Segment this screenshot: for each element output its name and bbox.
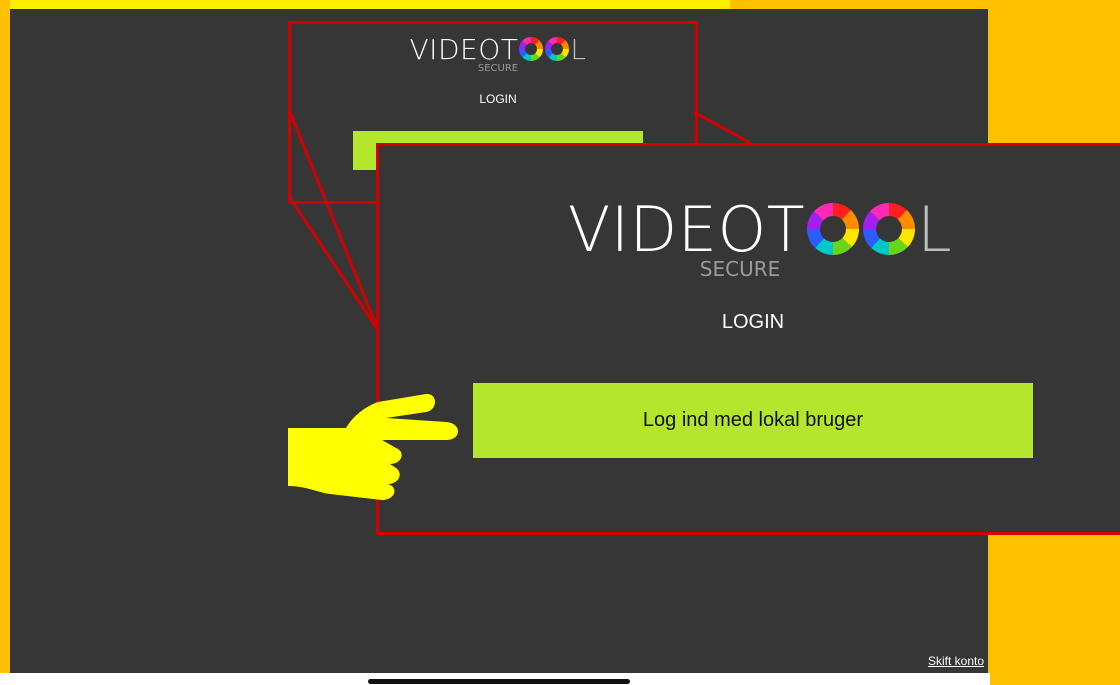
left-frame-strip xyxy=(0,0,10,685)
pointing-hand-icon xyxy=(288,393,458,500)
logo-text-end: L xyxy=(917,192,953,266)
logo-text-tail: T xyxy=(766,192,806,266)
local-login-button-large[interactable]: Log ind med lokal bruger xyxy=(473,383,1033,458)
hand-shape xyxy=(288,393,458,500)
top-banner xyxy=(0,0,730,9)
logo-wordmark-large: VIDEO T L xyxy=(567,192,953,266)
home-indicator[interactable] xyxy=(368,679,630,684)
login-title-large: LOGIN xyxy=(721,311,785,333)
local-login-button-label: Log ind med lokal bruger xyxy=(642,409,864,431)
color-ring-icon xyxy=(807,203,860,255)
logo-large: VIDEO T L SECURE xyxy=(568,193,952,282)
switch-account-link[interactable]: Skift konto xyxy=(928,654,984,668)
logo-subtitle: SECURE xyxy=(699,257,781,281)
logo-text: VIDEO xyxy=(567,192,767,266)
color-ring-icon xyxy=(863,203,916,255)
